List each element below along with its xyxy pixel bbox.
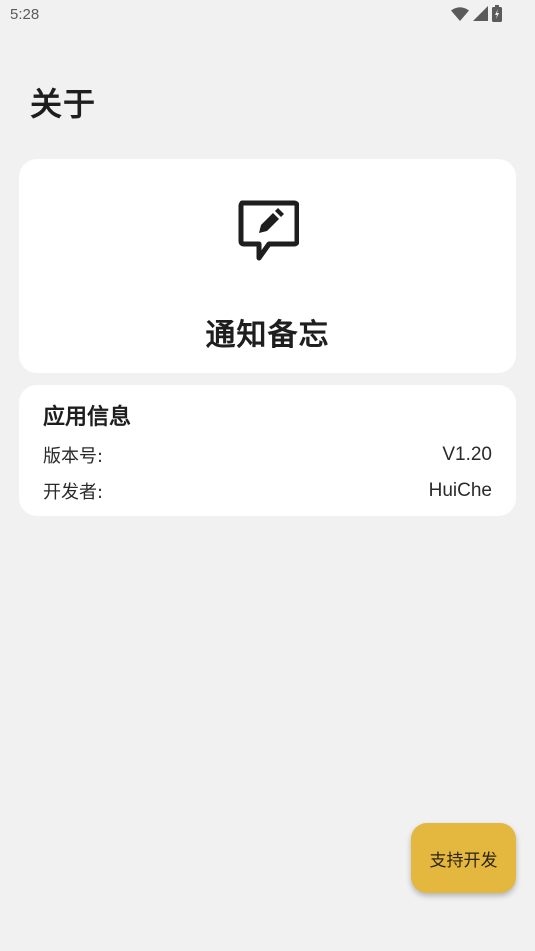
status-icons <box>451 5 502 22</box>
info-row-version: 版本号: V1.20 <box>43 437 492 473</box>
app-name: 通知备忘 <box>205 318 330 353</box>
support-development-button[interactable]: 支持开发 <box>411 823 516 893</box>
version-label: 版本号: <box>43 446 104 467</box>
version-value: V1.20 <box>442 444 492 465</box>
status-time: 5:28 <box>10 6 40 23</box>
developer-value: HuiChe <box>428 480 492 501</box>
cellular-signal-icon <box>473 6 488 21</box>
wifi-icon <box>451 6 469 21</box>
battery-charging-icon <box>492 5 502 22</box>
page-title: 关于 <box>30 85 97 123</box>
message-edit-icon <box>237 199 300 261</box>
status-bar: 5:28 <box>0 0 535 30</box>
about-screen: 5:28 关于 通知备忘 应用信息 版本号: V1.20 开发者: HuiChe… <box>0 0 535 951</box>
info-row-developer: 开发者: HuiChe <box>43 473 492 509</box>
app-info-title: 应用信息 <box>43 405 132 430</box>
app-info-card: 应用信息 版本号: V1.20 开发者: HuiChe <box>19 385 516 516</box>
developer-label: 开发者: <box>43 482 104 503</box>
